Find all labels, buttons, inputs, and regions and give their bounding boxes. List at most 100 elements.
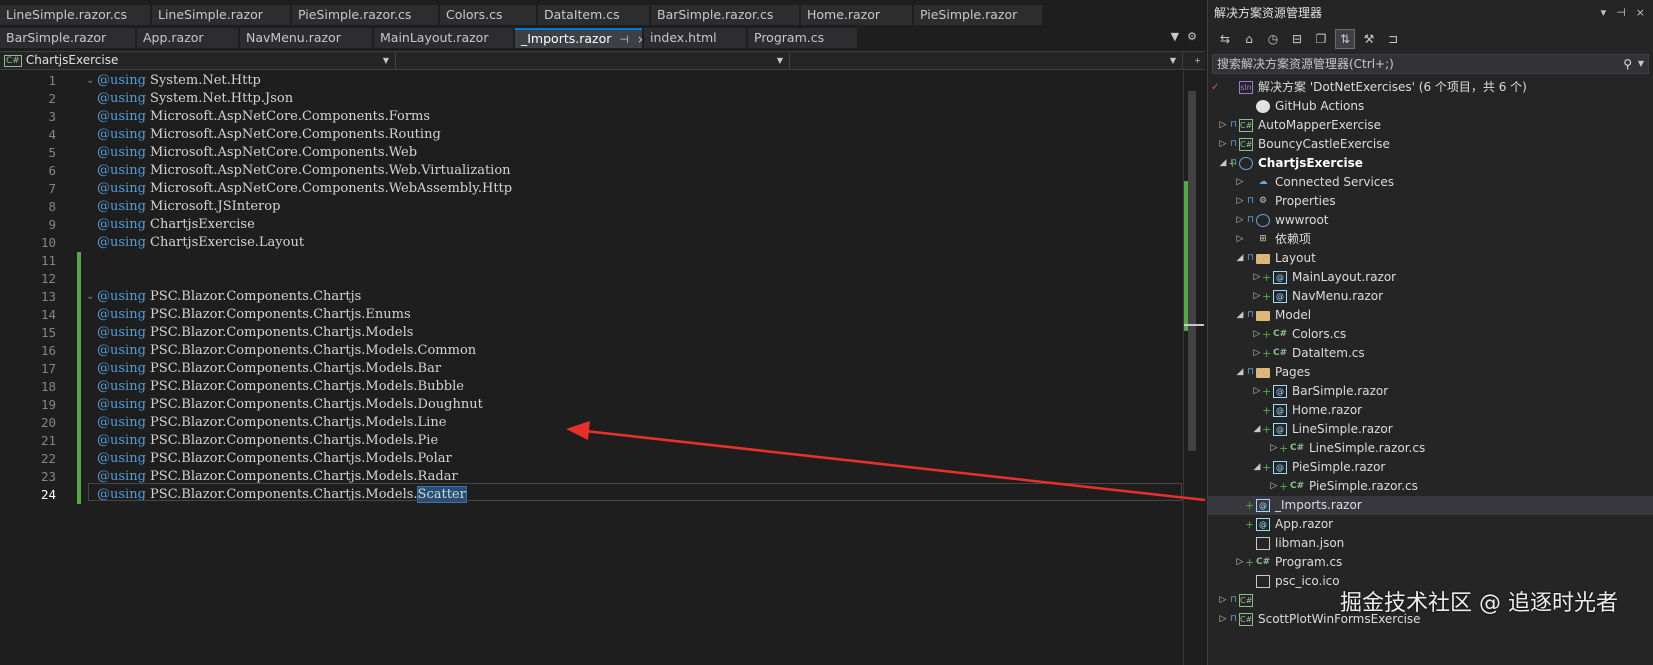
tree-item[interactable]: + @ App.razor: [1208, 515, 1653, 534]
expand-chevron-icon[interactable]: ▷: [1218, 610, 1228, 629]
code-line[interactable]: 3 @using Microsoft.AspNetCore.Components.…: [0, 108, 1183, 126]
close-icon[interactable]: ×: [637, 33, 642, 46]
expand-chevron-icon[interactable]: ▷: [1252, 382, 1262, 401]
expand-chevron-icon[interactable]: ▷: [1269, 439, 1279, 458]
tree-item[interactable]: ▷ + C# Colors.cs: [1208, 325, 1653, 344]
expand-chevron-icon[interactable]: ▷: [1218, 116, 1228, 135]
code-line[interactable]: 14 @using PSC.Blazor.Components.Chartjs.E…: [0, 306, 1183, 324]
search-options-chevron-icon[interactable]: ▼: [1638, 55, 1644, 73]
pin-icon[interactable]: ⊣: [619, 33, 629, 46]
solution-search-box[interactable]: 搜索解决方案资源管理器(Ctrl+;) ⚲ ▼: [1212, 54, 1649, 74]
tree-item[interactable]: ▷ ☁ Connected Services: [1208, 173, 1653, 192]
tree-item[interactable]: ◢ + @ LineSimple.razor: [1208, 420, 1653, 439]
tree-item[interactable]: ▷ + @ NavMenu.razor: [1208, 287, 1653, 306]
code-line[interactable]: 11: [0, 252, 1183, 270]
expand-chevron-icon[interactable]: ▷: [1235, 553, 1245, 572]
editor-tab[interactable]: Colors.cs: [440, 5, 536, 25]
code-line[interactable]: 21 @using PSC.Blazor.Components.Chartjs.M…: [0, 432, 1183, 450]
editor-tab[interactable]: BarSimple.razor: [0, 28, 135, 48]
scrollbar-thumb[interactable]: [1188, 91, 1196, 451]
code-line[interactable]: 1 ⌄ @using System.Net.Http: [0, 72, 1183, 90]
code-editor[interactable]: 1 ⌄ @using System.Net.Http 2 @using System.N…: [0, 71, 1183, 665]
show-all-files-icon[interactable]: ❐: [1312, 30, 1330, 48]
collapse-chevron-icon[interactable]: ◢: [1252, 458, 1262, 477]
tree-item[interactable]: ◢ + ⊓ ChartjsExercise: [1208, 154, 1653, 173]
switch-views-icon[interactable]: ⇆: [1216, 30, 1234, 48]
tree-item[interactable]: ✓ sln 解决方案 'DotNetExercises' (6 个项目，共 6 个): [1208, 78, 1653, 97]
editor-tab[interactable]: PieSimple.razor.cs: [292, 5, 438, 25]
collapse-chevron-icon[interactable]: ◢: [1235, 363, 1245, 382]
code-line[interactable]: 8 @using Microsoft.JSInterop: [0, 198, 1183, 216]
tab-overflow-dropdown-icon[interactable]: ▼: [1171, 30, 1179, 43]
code-line[interactable]: 5 @using Microsoft.AspNetCore.Components.…: [0, 144, 1183, 162]
tree-item[interactable]: ▷ + C# DataItem.cs: [1208, 344, 1653, 363]
code-line[interactable]: 20 @using PSC.Blazor.Components.Chartjs.M…: [0, 414, 1183, 432]
settings-gear-icon[interactable]: ⚙: [1187, 30, 1197, 43]
tree-item[interactable]: + @ _Imports.razor: [1208, 496, 1653, 515]
collapse-chevron-icon[interactable]: ◢: [1252, 420, 1262, 439]
expand-chevron-icon[interactable]: ▷: [1235, 192, 1245, 211]
expand-chevron-icon[interactable]: ▷: [1252, 325, 1262, 344]
collapse-chevron-icon[interactable]: ◢: [1235, 306, 1245, 325]
fold-chevron-icon[interactable]: ⌄: [86, 72, 94, 90]
search-icon[interactable]: ⚲: [1623, 55, 1632, 73]
fold-chevron-icon[interactable]: ⌄: [86, 288, 94, 306]
expand-chevron-icon[interactable]: ▷: [1235, 230, 1245, 249]
tree-item[interactable]: + @ Home.razor: [1208, 401, 1653, 420]
sync-with-active-document-icon[interactable]: ⇅: [1335, 29, 1355, 49]
editor-tab[interactable]: Program.cs: [748, 28, 857, 48]
code-line[interactable]: 7 @using Microsoft.AspNetCore.Components.…: [0, 180, 1183, 198]
editor-tab[interactable]: DataItem.cs: [538, 5, 649, 25]
editor-tab[interactable]: index.html: [644, 28, 746, 48]
editor-tab[interactable]: NavMenu.razor: [240, 28, 372, 48]
expand-chevron-icon[interactable]: ▷: [1235, 211, 1245, 230]
collapse-chevron-icon[interactable]: ◢: [1218, 154, 1228, 173]
code-line[interactable]: 6 @using Microsoft.AspNetCore.Components.…: [0, 162, 1183, 180]
expand-chevron-icon[interactable]: ▷: [1252, 344, 1262, 363]
expand-chevron-icon[interactable]: ▷: [1269, 477, 1279, 496]
code-line[interactable]: 10 @using ChartjsExercise.Layout: [0, 234, 1183, 252]
type-dropdown[interactable]: ▼: [396, 52, 790, 69]
code-line[interactable]: 17 @using PSC.Blazor.Components.Chartjs.M…: [0, 360, 1183, 378]
editor-tab[interactable]: Home.razor: [801, 5, 912, 25]
editor-tab[interactable]: MainLayout.razor: [374, 28, 513, 48]
code-line[interactable]: 12: [0, 270, 1183, 288]
project-dropdown[interactable]: C# ChartjsExercise ▼: [0, 52, 396, 69]
close-icon[interactable]: ×: [1636, 0, 1645, 26]
expand-chevron-icon[interactable]: ▷: [1252, 268, 1262, 287]
tree-item[interactable]: ▷ ⊞ 依赖项: [1208, 230, 1653, 249]
tree-item[interactable]: ▷ ⊓ wwwroot: [1208, 211, 1653, 230]
code-line[interactable]: 9 @using ChartjsExercise: [0, 216, 1183, 234]
editor-tab[interactable]: PieSimple.razor: [914, 5, 1042, 25]
tree-item[interactable]: ▷ ⊓ C# BouncyCastleExercise: [1208, 135, 1653, 154]
code-line[interactable]: 15 @using PSC.Blazor.Components.Chartjs.M…: [0, 324, 1183, 342]
member-dropdown[interactable]: ▼: [790, 52, 1183, 69]
editor-tab[interactable]: App.razor: [137, 28, 238, 48]
editor-tab-active[interactable]: _Imports.razor ⊣ ×: [515, 28, 642, 48]
pending-changes-icon[interactable]: ◷: [1264, 30, 1282, 48]
tree-item[interactable]: ▷ + C# Program.cs: [1208, 553, 1653, 572]
code-line[interactable]: 16 @using PSC.Blazor.Components.Chartjs.M…: [0, 342, 1183, 360]
editor-tab[interactable]: LineSimple.razor: [152, 5, 290, 25]
tree-item[interactable]: libman.json: [1208, 534, 1653, 553]
vertical-scrollbar[interactable]: [1183, 71, 1205, 665]
tree-item[interactable]: ▷ ⊓ C# AutoMapperExercise: [1208, 116, 1653, 135]
tree-item[interactable]: GitHub Actions: [1208, 97, 1653, 116]
split-editor-button[interactable]: +: [1183, 52, 1205, 69]
window-menu-icon[interactable]: ▾: [1601, 0, 1607, 26]
properties-wrench-icon[interactable]: ⚒: [1360, 30, 1378, 48]
expand-chevron-icon[interactable]: ▷: [1235, 173, 1245, 192]
code-line[interactable]: 2 @using System.Net.Http.Json: [0, 90, 1183, 108]
editor-tab[interactable]: BarSimple.razor.cs: [651, 5, 799, 25]
tree-item[interactable]: ▷ + @ BarSimple.razor: [1208, 382, 1653, 401]
tree-item[interactable]: ◢ ⊓ Pages: [1208, 363, 1653, 382]
tree-item[interactable]: ▷ ⊓ ⚙ Properties: [1208, 192, 1653, 211]
code-line[interactable]: 13 ⌄ @using PSC.Blazor.Components.Chartjs: [0, 288, 1183, 306]
code-line[interactable]: 22 @using PSC.Blazor.Components.Chartjs.M…: [0, 450, 1183, 468]
tree-item[interactable]: ▷ + C# LineSimple.razor.cs: [1208, 439, 1653, 458]
tree-item[interactable]: ▷ + C# PieSimple.razor.cs: [1208, 477, 1653, 496]
editor-tab[interactable]: LineSimple.razor.cs: [0, 5, 150, 25]
code-line[interactable]: 19 @using PSC.Blazor.Components.Chartjs.M…: [0, 396, 1183, 414]
code-line[interactable]: 4 @using Microsoft.AspNetCore.Components.…: [0, 126, 1183, 144]
tree-item[interactable]: ▷ + @ MainLayout.razor: [1208, 268, 1653, 287]
